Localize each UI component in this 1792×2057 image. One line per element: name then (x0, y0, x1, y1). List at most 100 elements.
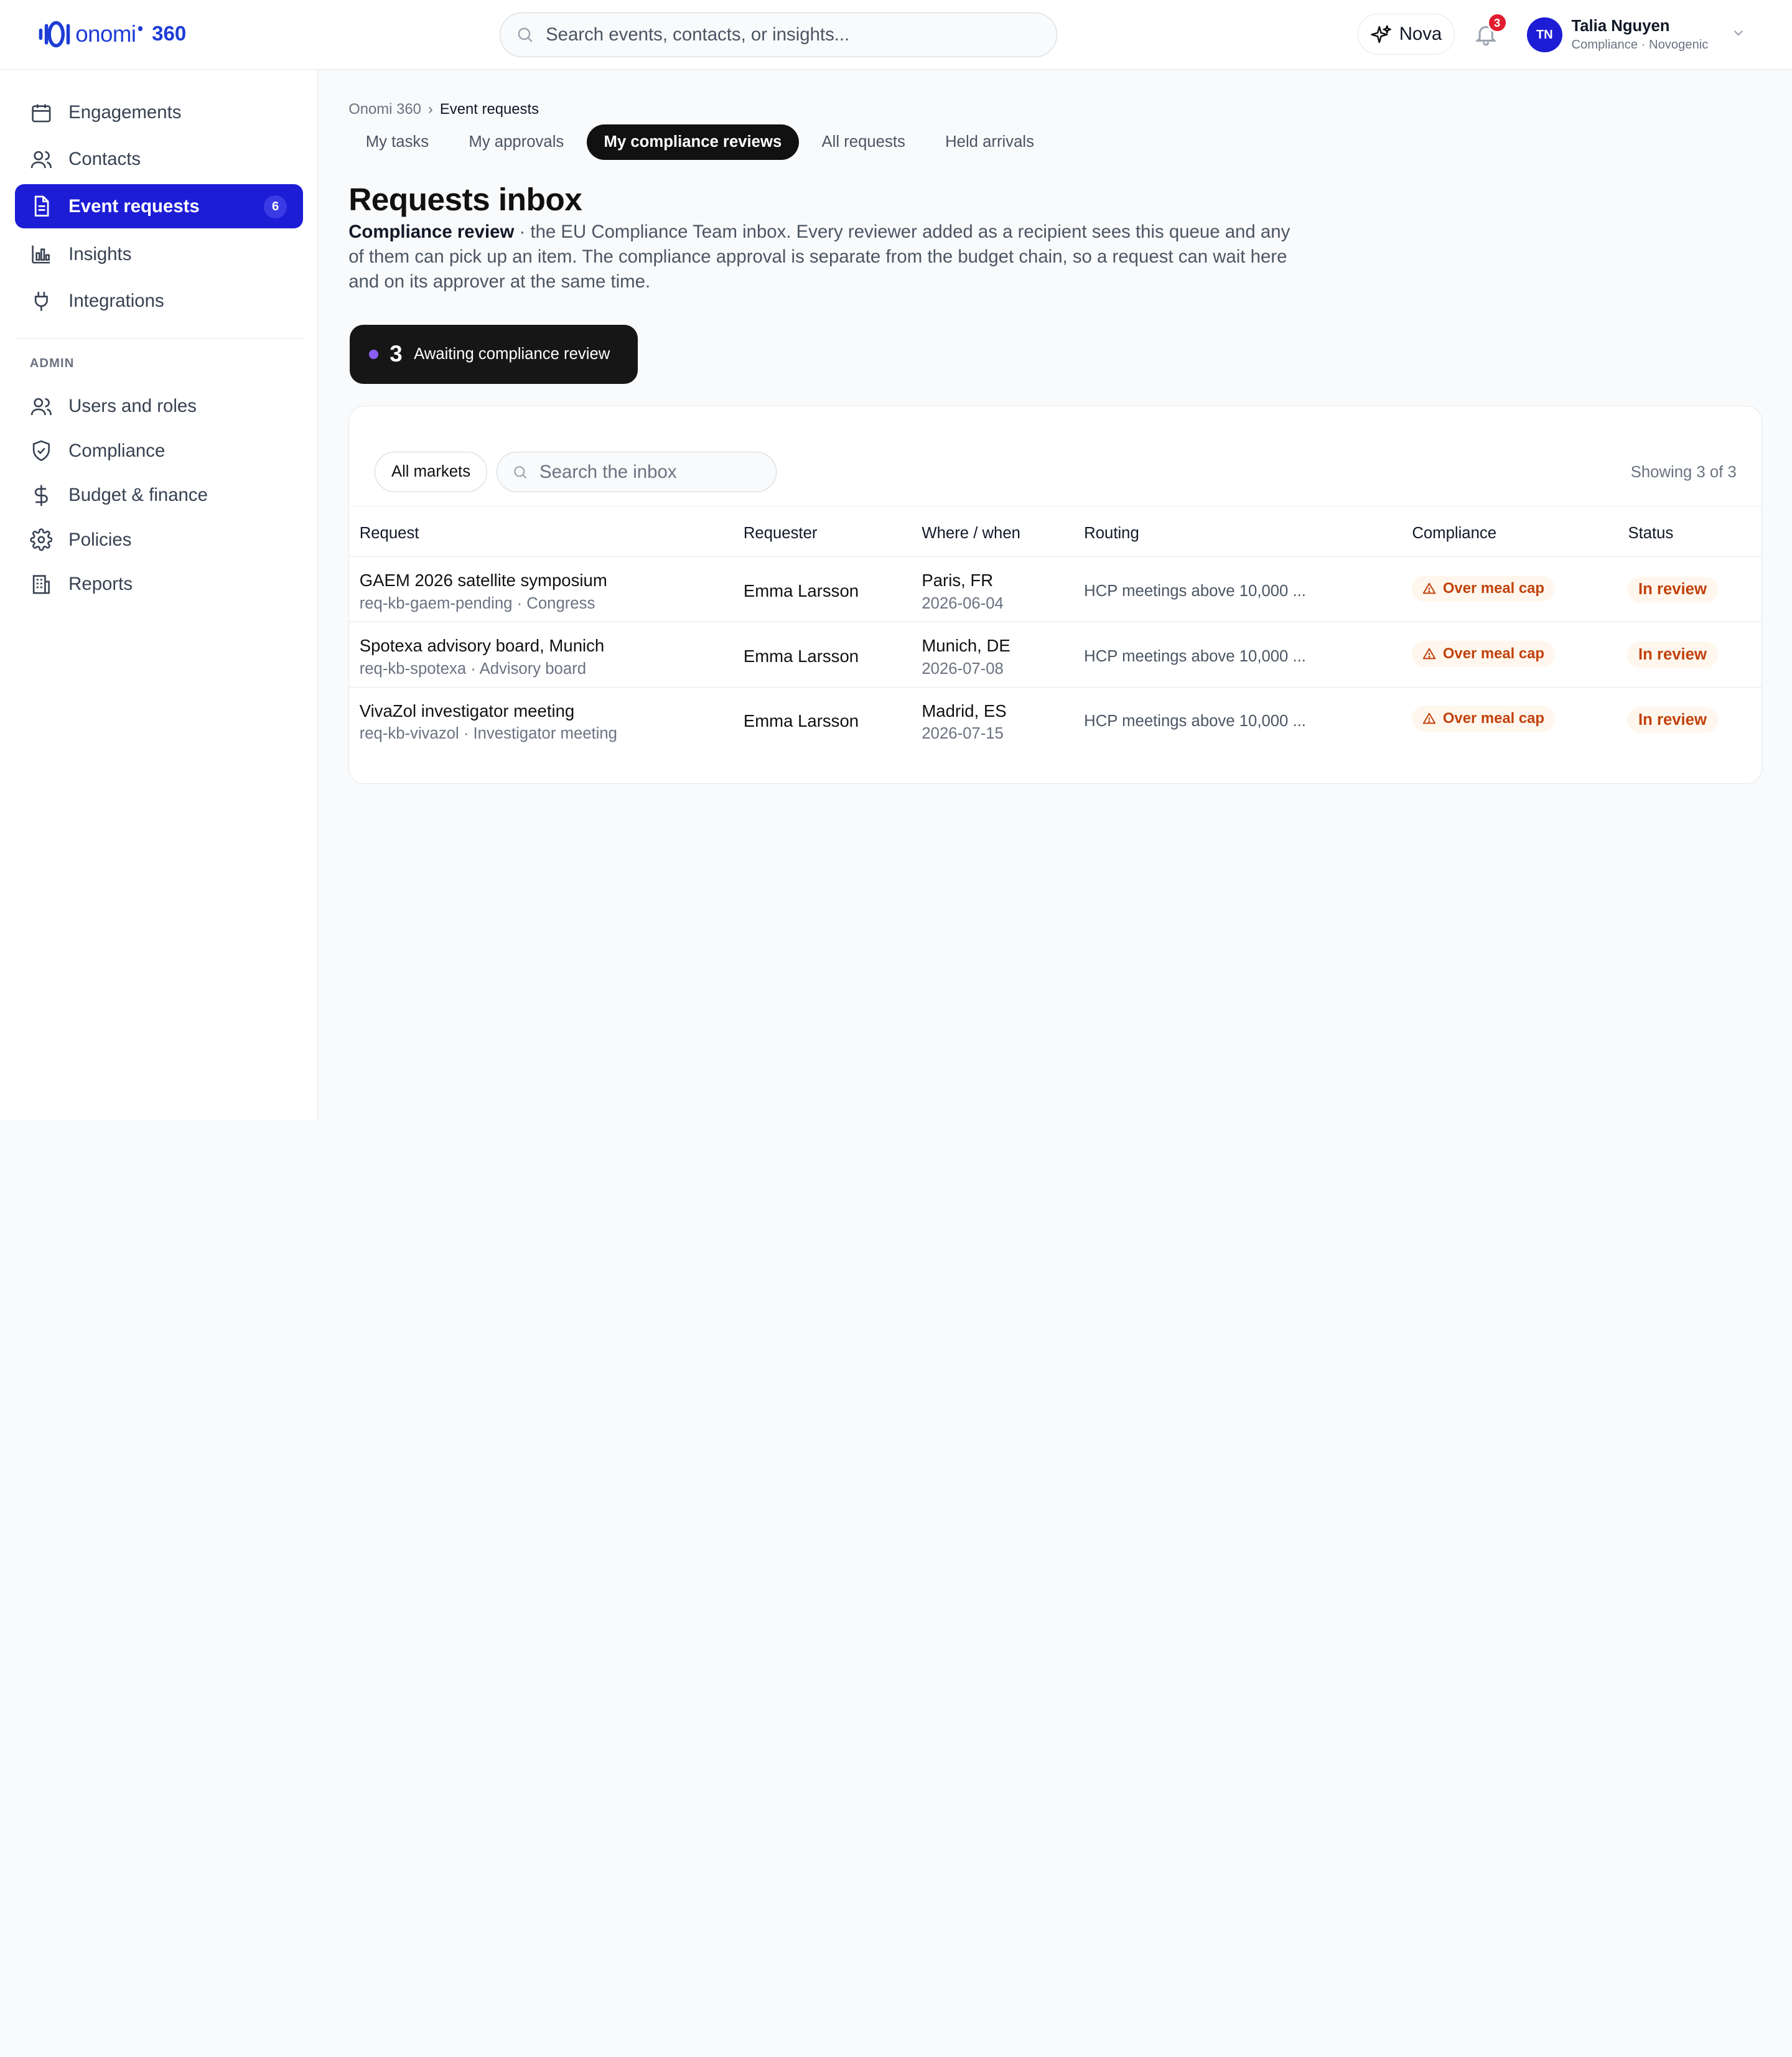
breadcrumb-root[interactable]: Onomi 360 (348, 101, 421, 118)
market-filter-button[interactable]: All markets (374, 452, 488, 492)
tab-my-tasks[interactable]: My tasks (348, 124, 446, 160)
logo-suffix: 360 (152, 22, 187, 46)
awaiting-review-label: Awaiting compliance review (414, 345, 610, 363)
compliance-flag-label: Over meal cap (1442, 645, 1545, 662)
sidebar-item-label: Users and roles (68, 395, 197, 416)
sidebar-item-label: Budget & finance (68, 485, 208, 506)
global-search-input[interactable]: Search events, contacts, or insights... (499, 12, 1057, 57)
sidebar: Engagements Contacts Event requests 6 In… (0, 70, 318, 1120)
event-location: Paris, FR (922, 571, 994, 590)
sidebar-item-budget-finance[interactable]: Budget & finance (15, 473, 303, 518)
global-search-placeholder: Search events, contacts, or insights... (546, 24, 850, 45)
compliance-flag-badge: Over meal cap (1412, 706, 1555, 732)
notification-badge: 3 (1486, 12, 1508, 34)
compliance-flag-badge: Over meal cap (1412, 640, 1555, 667)
showing-count: Showing 3 of 3 (1630, 463, 1737, 481)
warning-icon (1422, 648, 1436, 659)
sidebar-item-insights[interactable]: Insights (15, 232, 303, 277)
column-header-compliance: Compliance (1412, 525, 1497, 543)
inbox-card: All markets Search the inbox Showing 3 o… (348, 406, 1763, 784)
compliance-flag-badge: Over meal cap (1412, 575, 1555, 602)
tab-bar: My tasks My approvals My compliance revi… (348, 124, 1057, 161)
sidebar-item-compliance[interactable]: Compliance (15, 429, 303, 473)
sidebar-item-label: Contacts (68, 149, 141, 170)
bar-chart-icon (32, 245, 50, 264)
sidebar-item-policies[interactable]: Policies (15, 518, 303, 562)
request-title[interactable]: VivaZol investigator meeting (360, 701, 575, 721)
sidebar-item-label: Compliance (68, 440, 166, 461)
sidebar-item-integrations[interactable]: Integrations (15, 279, 303, 324)
requester-name: Emma Larsson (743, 646, 859, 666)
table-header: Request Requester Where / when Routing C… (349, 505, 1762, 557)
sidebar-item-label: Engagements (68, 101, 182, 123)
sidebar-item-contacts[interactable]: Contacts (15, 137, 303, 182)
tab-my-approvals[interactable]: My approvals (452, 124, 581, 160)
breadcrumb-current: Event requests (439, 100, 539, 118)
page-title: Requests inbox (348, 181, 582, 218)
users-icon (30, 398, 52, 415)
event-location: Munich, DE (922, 636, 1010, 656)
requester-name: Emma Larsson (743, 711, 859, 731)
event-requests-count-badge: 6 (264, 195, 287, 218)
calendar-icon (32, 104, 51, 122)
status-dot (369, 350, 378, 359)
requester-name: Emma Larsson (743, 581, 859, 601)
dollar-icon (34, 485, 48, 506)
shield-check-icon (32, 440, 50, 462)
sidebar-item-label: Reports (68, 574, 133, 595)
user-name: Talia Nguyen (1571, 17, 1670, 35)
routing-rule: HCP meetings above 10,000 ... (1084, 712, 1306, 730)
event-date: 2026-07-15 (922, 725, 1004, 743)
search-icon (518, 28, 533, 42)
avatar[interactable]: TN (1526, 17, 1562, 53)
request-subtitle: req-kb-gaem-pending · Congress (359, 595, 595, 613)
status-badge: In review (1626, 576, 1719, 603)
nova-label: Nova (1399, 24, 1442, 45)
sidebar-item-label: Insights (68, 243, 132, 264)
compliance-flag-label: Over meal cap (1442, 579, 1545, 597)
sidebar-item-label: Policies (68, 529, 132, 550)
awaiting-review-stat[interactable]: 3 Awaiting compliance review (350, 324, 638, 385)
logo[interactable]: onomi 360 (37, 18, 187, 50)
routing-rule: HCP meetings above 10,000 ... (1084, 582, 1306, 600)
logo-text: onomi (75, 21, 136, 47)
search-icon (514, 465, 527, 478)
column-header-where-when: Where / when (922, 525, 1020, 543)
tab-all-requests[interactable]: All requests (805, 124, 922, 160)
sidebar-item-event-requests[interactable]: Event requests 6 (14, 184, 303, 229)
column-header-status: Status (1628, 525, 1674, 543)
inbox-search-placeholder: Search the inbox (539, 461, 677, 482)
sidebar-item-reports[interactable]: Reports (15, 562, 303, 607)
tab-held-arrivals[interactable]: Held arrivals (928, 124, 1052, 160)
awaiting-review-count: 3 (390, 341, 403, 367)
document-icon (34, 195, 49, 217)
building-icon (32, 575, 50, 594)
app-root: onomi 360 Search events, contacts, or in… (0, 0, 1792, 1120)
event-date: 2026-07-08 (922, 660, 1004, 678)
event-location: Madrid, ES (922, 701, 1007, 721)
request-title[interactable]: GAEM 2026 satellite symposium (360, 571, 607, 590)
plug-icon (34, 291, 48, 311)
sidebar-item-users-and-roles[interactable]: Users and roles (15, 384, 303, 429)
event-date: 2026-06-04 (922, 595, 1004, 613)
table-row[interactable]: Spotexa advisory board, Munich req-kb-sp… (349, 622, 1762, 688)
description-strong: Compliance review (348, 221, 515, 242)
tab-my-compliance-reviews[interactable]: My compliance reviews (586, 124, 799, 161)
table-row[interactable]: VivaZol investigator meeting req-kb-viva… (349, 688, 1762, 753)
warning-icon (1422, 582, 1436, 594)
breadcrumb: Onomi 360 › Event requests (348, 101, 539, 118)
nova-button[interactable]: Nova (1357, 14, 1455, 55)
column-header-request: Request (359, 525, 419, 543)
request-subtitle: req-kb-spotexa · Advisory board (359, 660, 587, 678)
table-row[interactable]: GAEM 2026 satellite symposium req-kb-gae… (349, 557, 1762, 623)
sidebar-item-engagements[interactable]: Engagements (15, 90, 303, 135)
compliance-flag-label: Over meal cap (1442, 710, 1545, 727)
user-role: Compliance · Novogenic (1571, 37, 1709, 52)
request-title[interactable]: Spotexa advisory board, Munich (360, 636, 605, 656)
chevron-down-icon[interactable] (1730, 25, 1747, 41)
page-description: Compliance review · the EU Compliance Te… (348, 220, 1309, 295)
inbox-search-input[interactable]: Search the inbox (497, 452, 777, 492)
logo-dot (138, 26, 143, 31)
column-header-routing: Routing (1084, 525, 1139, 543)
logo-mark-icon (37, 21, 73, 48)
